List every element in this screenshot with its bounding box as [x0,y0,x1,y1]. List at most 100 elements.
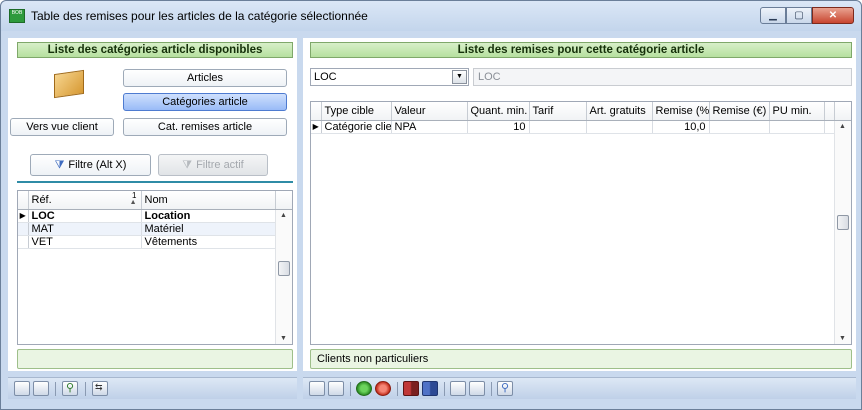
row-marker-header [311,102,322,121]
left-status-bar [17,349,293,369]
cell-empty [824,120,835,134]
pin-icon[interactable]: ⚲ [62,381,78,396]
categories-article-button[interactable]: Catégories article [123,93,287,111]
window-title: Table des remises pour les articles de l… [31,9,368,23]
category-select-value: LOC [314,71,337,83]
cell-nom: Vêtements [141,235,276,249]
scroll-up-icon[interactable]: ▲ [839,123,846,130]
right-panel: Liste des remises pour cette catégorie a… [303,38,856,371]
toolbar-separator [350,382,351,396]
col-header-nom[interactable]: Nom [141,191,276,210]
cell-nom: Matériel [141,222,276,236]
col-header-quant-min[interactable]: Quant. min. [467,102,530,121]
table-row[interactable]: ▶ LOC Location [18,209,292,223]
scroll-down-icon[interactable]: ▼ [280,335,287,342]
scroll-up-icon[interactable]: ▲ [280,212,287,219]
delete-record-icon[interactable] [375,381,391,396]
arrows-icon[interactable]: ⇆ [92,381,108,396]
table-row[interactable]: MAT Matériel [18,222,292,236]
client-view-button[interactable]: Vers vue client [10,118,114,136]
cell-remise-pct: 10,0 [652,120,710,134]
scroll-corner [275,191,292,210]
articles-button[interactable]: Articles [123,69,287,87]
empty-header [824,102,835,121]
category-select[interactable]: LOC ▼ [310,68,469,86]
cell-tarif [529,120,587,134]
cell-nom: Location [141,209,276,223]
toolbar-separator [55,382,56,396]
discounts-grid: Type cible Valeur Quant. min. Tarif Art.… [311,102,851,134]
right-toolbar: ⚲ [303,377,856,399]
main-window: BOB Table des remises pour les articles … [0,0,862,410]
scroll-thumb[interactable] [278,261,290,276]
cell-pu-min [769,120,825,134]
filter-button[interactable]: ⧩ Filtre (Alt X) [30,154,151,176]
col-header-art-gratuits[interactable]: Art. gratuits [586,102,653,121]
discounts-scrollbar[interactable]: ▲ ▼ [834,121,851,344]
categories-scrollbar[interactable]: ▲ ▼ [275,210,292,344]
pin-icon[interactable]: ⚲ [497,381,513,396]
toolbar-separator [491,382,492,396]
paste-icon[interactable] [33,381,49,396]
minimize-button[interactable]: ▁ [760,7,786,24]
sort-ascending-icon: ▲ [129,199,137,206]
paste-icon[interactable] [469,381,485,396]
category-display: LOC [473,68,852,86]
cell-type-cible: Catégorie client [321,120,392,134]
add-record-icon[interactable] [356,381,372,396]
funnel-disabled-icon: ⧩ [182,159,193,171]
pin-glyph: ⚲ [501,382,510,394]
pin-glyph: ⚲ [66,382,75,394]
scroll-thumb[interactable] [837,215,849,230]
col-ref-label: Réf. [31,193,52,206]
divider [17,181,293,183]
categories-table: Réf. 1 ▲ Nom ▶ LOC Location MAT Matériel… [17,190,293,345]
category-box-icon [54,69,84,99]
chevron-down-icon[interactable]: ▼ [452,70,467,84]
cell-ref: MAT [28,222,142,236]
cell-remise-eur [709,120,770,134]
discount-categories-button[interactable]: Cat. remises article [123,118,287,136]
right-status-bar: Clients non particuliers [310,349,852,369]
scroll-down-icon[interactable]: ▼ [839,335,846,342]
active-filter-button[interactable]: ⧩ Filtre actif [158,154,268,176]
blue-book-icon[interactable] [422,381,438,396]
discounts-table: Type cible Valeur Quant. min. Tarif Art.… [310,101,852,345]
toolbar-separator [85,382,86,396]
col-header-remise-eur[interactable]: Remise (€) [709,102,770,121]
right-panel-header: Liste des remises pour cette catégorie a… [310,42,852,58]
active-filter-label: Filtre actif [196,159,244,171]
settings-icon[interactable] [328,381,344,396]
cell-valeur: NPA [391,120,468,134]
copy-icon[interactable] [14,381,30,396]
categories-grid: Réf. 1 ▲ Nom ▶ LOC Location MAT Matériel… [18,191,292,249]
row-marker-header [18,191,29,210]
app-icon: BOB [9,9,25,23]
col-header-remise-pct[interactable]: Remise (%) [652,102,710,121]
col-header-pu-min[interactable]: PU min. [769,102,825,121]
table-row[interactable]: ▶ Catégorie client NPA 10 10,0 [311,120,851,134]
row-marker [18,222,29,236]
close-button[interactable]: ✕ [812,7,854,24]
col-header-type-cible[interactable]: Type cible [321,102,392,121]
current-row-arrow-icon: ▶ [18,209,29,223]
col-header-tarif[interactable]: Tarif [529,102,587,121]
left-panel-header: Liste des catégories article disponibles [17,42,293,58]
cell-quant-min: 10 [467,120,530,134]
toolbar-separator [444,382,445,396]
cell-ref: LOC [28,209,142,223]
toolbar-separator [397,382,398,396]
cell-art-gratuits [586,120,653,134]
table-row[interactable]: VET Vêtements [18,235,292,249]
filter-button-label: Filtre (Alt X) [68,159,127,171]
left-panel: Liste des catégories article disponibles… [8,38,297,371]
left-toolbar: ⚲ ⇆ [8,377,297,399]
maximize-button[interactable]: ▢ [786,7,812,24]
col-header-valeur[interactable]: Valeur [391,102,468,121]
title-bar: BOB Table des remises pour les articles … [1,1,861,31]
save-icon[interactable] [309,381,325,396]
col-header-ref[interactable]: Réf. 1 ▲ [28,191,142,210]
red-book-icon[interactable] [403,381,419,396]
funnel-icon: ⧩ [54,159,65,171]
copy-icon[interactable] [450,381,466,396]
